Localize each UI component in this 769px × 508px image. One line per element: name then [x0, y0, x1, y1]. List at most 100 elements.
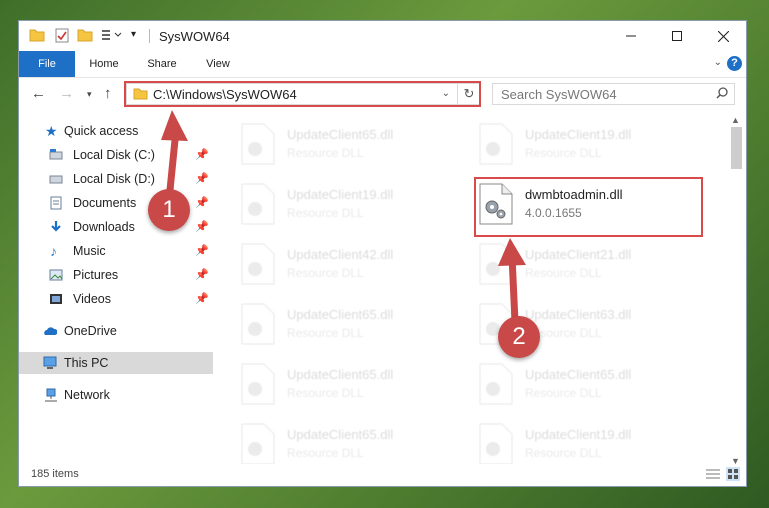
drive-icon	[49, 175, 63, 184]
ribbon: File Home Share View ⌄ ?	[19, 51, 746, 78]
maximize-icon	[672, 31, 682, 41]
nav-item-videos[interactable]: Videos 📌	[19, 288, 213, 310]
pin-icon[interactable]: 📌	[195, 240, 209, 262]
nav-item-local-disk-c[interactable]: Local Disk (C:) 📌	[19, 144, 213, 166]
dll-file-icon	[241, 423, 275, 465]
nav-item-local-disk-d[interactable]: Local Disk (D:) 📌	[19, 168, 213, 190]
dll-file-icon	[479, 243, 513, 285]
item-count: 185 items	[31, 468, 79, 480]
file-type: Resource DLL	[525, 386, 602, 400]
minimize-button[interactable]	[608, 21, 654, 51]
file-type: Resource DLL	[525, 266, 602, 280]
title-separator	[149, 29, 150, 43]
nav-item-pictures[interactable]: Pictures 📌	[19, 264, 213, 286]
file-item[interactable]: UpdateClient19.dll Resource DLL	[479, 121, 709, 171]
nav-item-music[interactable]: ♪ Music 📌	[19, 240, 213, 262]
tab-view[interactable]: View	[195, 51, 241, 77]
status-bar: 185 items	[19, 464, 746, 486]
file-name: UpdateClient65.dll	[287, 427, 394, 442]
title-bar: ▾ SysWOW64	[19, 21, 746, 51]
nav-label: Videos	[73, 292, 111, 306]
file-item[interactable]: UpdateClient65.dll Resource DLL	[241, 301, 471, 351]
expand-ribbon-icon[interactable]: ⌄	[714, 57, 722, 68]
vertical-scrollbar[interactable]: ▲ ▼	[728, 113, 745, 468]
customize-toolbar-icon[interactable]	[101, 28, 125, 45]
tab-share[interactable]: Share	[139, 51, 185, 77]
help-icon[interactable]: ?	[727, 56, 742, 71]
nav-this-pc[interactable]: This PC	[19, 352, 213, 374]
minimize-icon	[626, 35, 636, 37]
nav-label: Music	[73, 244, 106, 258]
dll-file-icon	[241, 363, 275, 405]
tab-file[interactable]: File	[19, 51, 75, 77]
pin-icon[interactable]: 📌	[195, 264, 209, 286]
file-item[interactable]: UpdateClient19.dll Resource DLL	[241, 181, 471, 231]
details-view-icon[interactable]	[706, 468, 720, 483]
dll-file-icon	[241, 303, 275, 345]
large-icons-view-icon[interactable]	[726, 467, 740, 481]
tab-home[interactable]: Home	[79, 51, 129, 77]
close-icon	[717, 30, 729, 42]
dll-file-icon	[479, 423, 513, 465]
file-name: UpdateClient65.dll	[287, 127, 394, 142]
file-name: UpdateClient65.dll	[287, 307, 394, 322]
search-input[interactable]: Search SysWOW64	[501, 87, 617, 102]
nav-label: Documents	[73, 196, 137, 210]
onedrive-icon	[44, 327, 57, 335]
nav-label: Local Disk (C:)	[73, 148, 155, 162]
downloads-icon	[51, 221, 61, 232]
address-row: ← → ▾ ↑ C:\Windows\SysWOW64 ⌄ ↻ Search S…	[19, 77, 746, 113]
file-item[interactable]: UpdateClient21.dll Resource DLL	[479, 241, 709, 291]
nav-label: Local Disk (D:)	[73, 172, 155, 186]
file-type: Resource DLL	[287, 326, 364, 340]
forward-arrow-icon[interactable]: →	[59, 85, 74, 102]
nav-label: Network	[64, 388, 110, 402]
up-arrow-icon[interactable]: ↑	[104, 85, 112, 102]
maximize-button[interactable]	[654, 21, 700, 51]
file-name: UpdateClient63.dll	[525, 307, 632, 322]
back-arrow-icon[interactable]: ←	[31, 85, 46, 102]
nav-quick-access[interactable]: ★ Quick access	[19, 120, 213, 142]
nav-network[interactable]: Network	[19, 384, 213, 406]
explorer-window: ▾ SysWOW64 File Home Share View ⌄ ? ← → …	[18, 20, 747, 487]
dll-file-icon	[479, 363, 513, 405]
file-item[interactable]: UpdateClient65.dll Resource DLL	[241, 121, 471, 171]
close-button[interactable]	[700, 21, 746, 51]
dll-file-icon	[241, 183, 275, 225]
folder-icon	[29, 28, 45, 45]
file-type: Resource DLL	[525, 146, 602, 160]
navigation-pane: ★ Quick access Local Disk (C:) 📌 Local D…	[19, 113, 213, 468]
file-type: Resource DLL	[287, 446, 364, 460]
new-folder-icon[interactable]	[77, 28, 93, 45]
address-highlight	[124, 81, 481, 107]
nav-label: Pictures	[73, 268, 119, 282]
recent-locations-icon[interactable]: ▾	[87, 89, 92, 100]
file-type: Resource DLL	[287, 386, 364, 400]
nav-onedrive[interactable]: OneDrive	[19, 320, 213, 342]
documents-icon	[50, 196, 62, 210]
window-title: SysWOW64	[159, 29, 230, 44]
dropdown-chevron-icon[interactable]: ▾	[131, 29, 136, 40]
dll-file-icon	[241, 243, 275, 285]
file-name: UpdateClient65.dll	[525, 367, 632, 382]
videos-icon	[50, 294, 62, 304]
scroll-up-icon[interactable]: ▲	[731, 115, 740, 125]
network-icon	[45, 388, 57, 402]
dll-file-icon	[241, 123, 275, 165]
pin-icon[interactable]: 📌	[195, 216, 209, 238]
pin-icon[interactable]: 📌	[195, 192, 209, 214]
pin-icon[interactable]: 📌	[195, 168, 209, 190]
properties-icon[interactable]	[55, 28, 69, 46]
computer-icon	[43, 356, 57, 369]
file-name: UpdateClient19.dll	[525, 127, 632, 142]
step-1-badge: 1	[148, 189, 190, 231]
file-item[interactable]: UpdateClient65.dll Resource DLL	[241, 361, 471, 411]
pin-icon[interactable]: 📌	[195, 144, 209, 166]
file-item[interactable]: UpdateClient65.dll Resource DLL	[479, 361, 709, 411]
file-name: UpdateClient65.dll	[287, 367, 394, 382]
file-item[interactable]: UpdateClient42.dll Resource DLL	[241, 241, 471, 291]
file-name: UpdateClient19.dll	[525, 427, 632, 442]
search-box[interactable]: Search SysWOW64	[492, 83, 735, 105]
scrollbar-thumb[interactable]	[731, 127, 742, 169]
pin-icon[interactable]: 📌	[195, 288, 209, 310]
